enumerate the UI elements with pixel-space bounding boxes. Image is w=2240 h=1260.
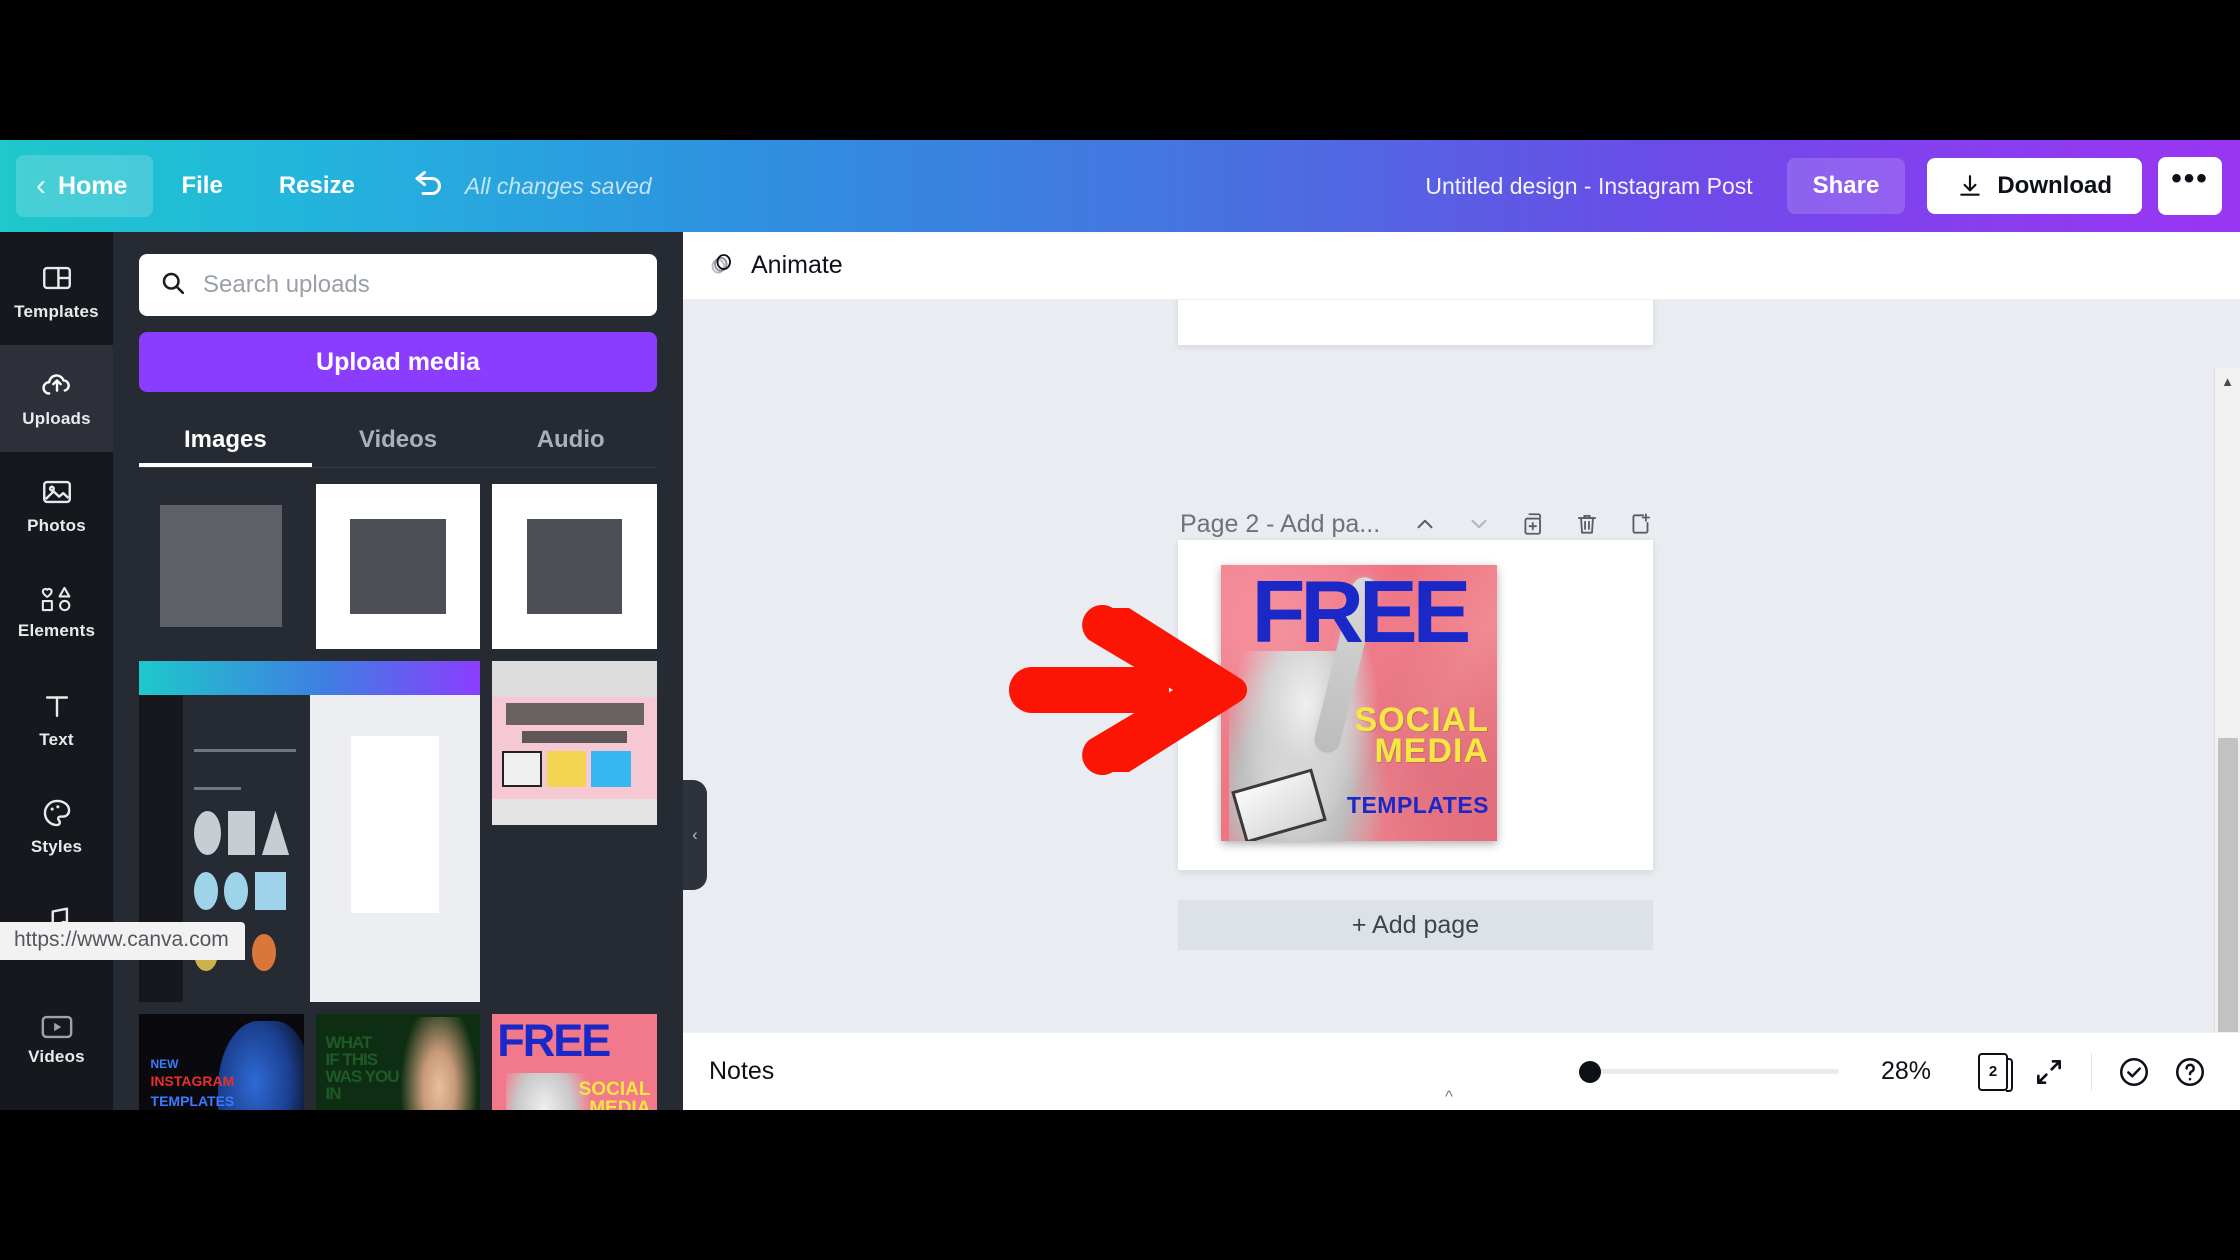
resize-button[interactable]: Resize bbox=[251, 172, 383, 200]
design-headline: FREE bbox=[1251, 565, 1472, 661]
sidebar-label-videos: Videos bbox=[28, 1047, 85, 1066]
upload-thumbnail-gray-square[interactable] bbox=[139, 484, 304, 649]
tab-audio[interactable]: Audio bbox=[484, 412, 657, 467]
sidebar-label-styles: Styles bbox=[30, 837, 83, 856]
help-button[interactable] bbox=[2162, 1044, 2218, 1100]
sidebar-item-templates[interactable]: Templates bbox=[0, 238, 113, 345]
help-circle-icon bbox=[2175, 1057, 2205, 1086]
chevron-left-small-icon: ‹ bbox=[692, 825, 698, 844]
page-1-partial[interactable] bbox=[1178, 300, 1653, 345]
sidebar-label-uploads: Uploads bbox=[22, 409, 91, 428]
cloud-upload-icon bbox=[40, 368, 74, 402]
video-icon bbox=[40, 1014, 74, 1040]
sidebar-item-elements[interactable]: Elements bbox=[0, 559, 113, 666]
chevron-up-small-icon: ^ bbox=[1445, 1087, 1453, 1106]
sidebar-label-text: Text bbox=[39, 730, 74, 749]
upload-thumbnail-what-if-30-days[interactable]: WHATIF THISWAS YOUIN 30DAYS bbox=[315, 1014, 481, 1110]
top-toolbar-right: Untitled design - Instagram Post Share D… bbox=[1425, 157, 2240, 215]
zoom-slider-knob[interactable] bbox=[1578, 1060, 1601, 1083]
sidebar-item-styles[interactable]: Styles bbox=[0, 773, 113, 880]
left-rail: Templates Uploads Photos Elements Text S… bbox=[0, 232, 113, 1110]
undo-icon[interactable] bbox=[411, 168, 447, 204]
tab-images[interactable]: Images bbox=[139, 412, 312, 467]
page-2-canvas[interactable]: FREE SOCIAL MEDIA TEMPLATES bbox=[1178, 540, 1653, 870]
chevron-left-icon: ‹ bbox=[36, 169, 46, 202]
more-options-button[interactable]: ••• bbox=[2158, 157, 2222, 215]
zoom-slider-track bbox=[1578, 1069, 1839, 1074]
element-toolbar: Animate bbox=[683, 232, 2240, 300]
download-button[interactable]: Download bbox=[1927, 158, 2142, 214]
page-count-badge: 2 bbox=[1978, 1052, 2013, 1092]
sidebar-item-text[interactable]: Text bbox=[0, 666, 113, 773]
toolbar-divider bbox=[2091, 1052, 2092, 1091]
check-circle-icon bbox=[2119, 1057, 2149, 1086]
top-toolbar: ‹ Home File Resize All changes saved Unt… bbox=[0, 140, 2240, 232]
home-button[interactable]: ‹ Home bbox=[16, 155, 154, 217]
download-button-label: Download bbox=[1997, 172, 2112, 199]
zoom-controls: 28% 2 bbox=[1578, 1044, 2218, 1100]
tab-videos[interactable]: Videos bbox=[312, 412, 485, 467]
expand-notes-handle[interactable]: ^ bbox=[1401, 1082, 1497, 1110]
upload-thumbnail-blogging-checklist[interactable] bbox=[492, 660, 657, 826]
canvas-scroll-area[interactable]: Page 2 - Add pa... FREE SOCIAL MEDIA TEM… bbox=[683, 300, 2240, 1110]
upload-thumbnail-new-instagram-templates[interactable]: NEWINSTAGRAMTEMPLATES Instant downloadEd… bbox=[139, 1014, 304, 1110]
collapse-panel-handle[interactable]: ‹ bbox=[683, 780, 707, 890]
sidebar-label-templates: Templates bbox=[14, 302, 99, 321]
text-icon bbox=[40, 689, 74, 723]
search-uploads-field[interactable] bbox=[139, 254, 657, 316]
animate-button-label[interactable]: Animate bbox=[751, 251, 843, 280]
save-status: All changes saved bbox=[464, 172, 652, 199]
uploads-tabs: Images Videos Audio bbox=[139, 412, 657, 468]
page-title[interactable]: Page 2 - Add pa... bbox=[1180, 510, 1380, 539]
photo-icon bbox=[40, 475, 74, 509]
sidebar-item-videos[interactable]: Videos bbox=[0, 987, 113, 1094]
design-artwork[interactable]: FREE SOCIAL MEDIA TEMPLATES bbox=[1221, 565, 1497, 841]
upload-thumbnail-free-social-media-templates[interactable]: FREE SOCIALMEDIA TEMPLATES bbox=[492, 1014, 657, 1110]
vertical-scrollbar-thumb[interactable] bbox=[2218, 738, 2238, 1038]
download-icon bbox=[1960, 175, 1981, 196]
page-manager-button[interactable]: 2 bbox=[1965, 1044, 2021, 1100]
notes-button[interactable]: Notes bbox=[709, 1057, 774, 1086]
share-button[interactable]: Share bbox=[1786, 158, 1906, 214]
zoom-level-value: 28% bbox=[1880, 1057, 1931, 1085]
top-toolbar-left: ‹ Home File Resize All changes saved bbox=[0, 140, 652, 232]
canvas-vertical-scrollbar[interactable]: ▲ ▼ bbox=[2214, 368, 2240, 1110]
expand-icon bbox=[2037, 1059, 2061, 1084]
sidebar-item-photos[interactable]: Photos bbox=[0, 452, 113, 559]
sidebar-item-uploads[interactable]: Uploads bbox=[0, 345, 113, 452]
fullscreen-button[interactable] bbox=[2021, 1044, 2077, 1100]
canva-editor-window: ‹ Home File Resize All changes saved Unt… bbox=[0, 140, 2240, 1110]
add-page-button[interactable]: + Add page bbox=[1178, 900, 1653, 950]
shapes-icon bbox=[39, 584, 75, 614]
editor-area: Animate Page 2 - Add pa... FREE SOCIAL M… bbox=[683, 232, 2240, 1110]
browser-status-url: https://www.canva.com bbox=[0, 922, 245, 960]
upload-thumbnail-white-frame-2[interactable] bbox=[492, 484, 657, 649]
scroll-up-arrow-icon[interactable]: ▲ bbox=[2215, 368, 2240, 394]
upload-media-button[interactable]: Upload media bbox=[139, 332, 657, 392]
file-menu[interactable]: File bbox=[153, 172, 250, 200]
palette-icon bbox=[40, 796, 74, 830]
saved-check-button[interactable] bbox=[2106, 1044, 2162, 1100]
sidebar-label-elements: Elements bbox=[17, 621, 96, 640]
zoom-slider[interactable] bbox=[1578, 1059, 1839, 1085]
upload-thumbnail-white-frame-1[interactable] bbox=[315, 484, 481, 649]
uploads-grid: NEWINSTAGRAMTEMPLATES Instant downloadEd… bbox=[139, 484, 657, 1110]
design-footline: TEMPLATES bbox=[1346, 792, 1489, 818]
design-subline: SOCIAL MEDIA bbox=[1354, 701, 1489, 771]
uploads-panel: Upload media Images Videos Audio bbox=[113, 232, 683, 1110]
search-icon bbox=[159, 269, 187, 302]
design-title[interactable]: Untitled design - Instagram Post bbox=[1425, 173, 1752, 200]
sidebar-label-photos: Photos bbox=[27, 516, 86, 535]
search-input[interactable] bbox=[203, 271, 637, 299]
templates-icon bbox=[40, 261, 74, 295]
animate-icon bbox=[707, 248, 737, 283]
home-button-label: Home bbox=[58, 171, 128, 200]
